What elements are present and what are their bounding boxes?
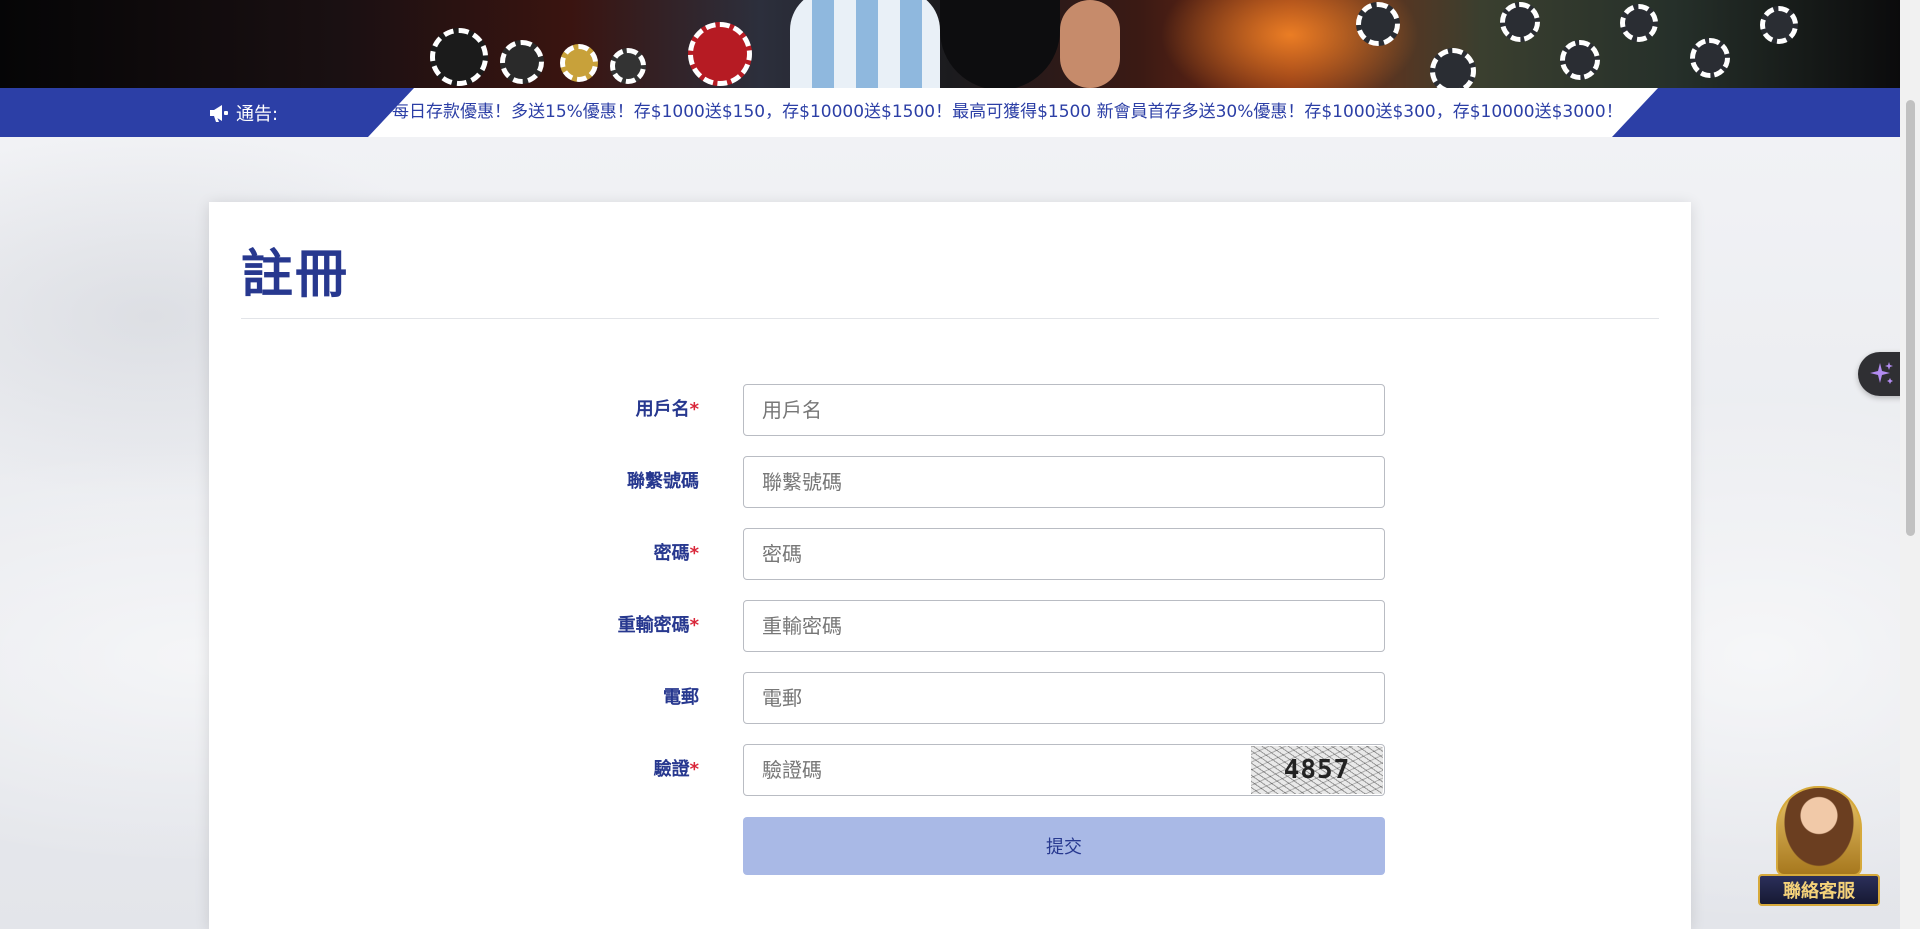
phone-input[interactable]: [743, 456, 1385, 508]
form-row-confirm-password: 重輸密碼*: [209, 600, 1691, 652]
casino-chip-icon: [610, 48, 646, 84]
announcement-text: 每日存款優惠！多送15%優惠！存$1000送$150，存$10000送$1500…: [392, 102, 1623, 122]
title-divider: [241, 318, 1659, 319]
required-marker: *: [689, 399, 699, 420]
announcement-label: 通告:: [208, 88, 278, 137]
hero-banner: [0, 0, 1900, 88]
casino-chip-icon: [430, 28, 488, 86]
casino-chip-icon: [1760, 6, 1798, 44]
announcement-marquee: 每日存款優惠！多送15%優惠！存$1000送$150，存$10000送$1500…: [368, 88, 1658, 137]
customer-service-widget[interactable]: 聯絡客服: [1758, 782, 1880, 908]
password-label: 密碼*: [654, 528, 699, 580]
customer-service-label: 聯絡客服: [1758, 874, 1880, 906]
form-row-email: 電郵: [209, 672, 1691, 724]
casino-chip-icon: [500, 40, 544, 84]
casino-chip-icon: [560, 44, 598, 82]
casino-chip-icon: [1356, 2, 1400, 46]
captcha-label: 驗證*: [654, 744, 699, 796]
ai-assistant-button[interactable]: [1858, 352, 1906, 396]
confirm-password-label: 重輸密碼*: [618, 600, 699, 652]
casino-chip-icon: [688, 22, 752, 86]
casino-chip-icon: [1620, 4, 1658, 42]
captcha-label-text: 驗證: [653, 759, 690, 780]
password-input[interactable]: [743, 528, 1385, 580]
email-label: 電郵: [663, 672, 699, 724]
banner-player: [790, 0, 940, 88]
username-input[interactable]: [743, 384, 1385, 436]
registration-card: 註冊 用戶名* 聯繫號碼 密碼* 重輸密碼* 電郵 驗證*: [209, 202, 1691, 929]
casino-chip-icon: [1500, 2, 1540, 42]
form-row-username: 用戶名*: [209, 384, 1691, 436]
casino-chip-icon: [1430, 48, 1476, 88]
banner-model: [940, 0, 1060, 88]
announcement-label-text: 通告:: [236, 103, 279, 125]
banner-model-arm: [1060, 0, 1120, 88]
scrollbar-thumb[interactable]: [1906, 100, 1915, 536]
customer-service-avatar: [1776, 786, 1862, 876]
casino-chip-icon: [1690, 38, 1730, 78]
sparkle-icon: [1870, 362, 1893, 384]
casino-chip-icon: [1560, 40, 1600, 80]
email-input[interactable]: [743, 672, 1385, 724]
confirm-password-input[interactable]: [743, 600, 1385, 652]
password-label-text: 密碼: [653, 543, 690, 564]
form-row-captcha: 驗證* 4857: [209, 744, 1691, 796]
email-label-text: 電郵: [663, 687, 699, 708]
username-label-text: 用戶名: [635, 399, 690, 420]
required-marker: *: [689, 615, 699, 636]
form-row-password: 密碼*: [209, 528, 1691, 580]
required-marker: *: [689, 543, 699, 564]
announcement-bar: 通告: 每日存款優惠！多送15%優惠！存$1000送$150，存$10000送$…: [0, 88, 1900, 137]
phone-label-text: 聯繫號碼: [627, 471, 699, 492]
page-scrollbar[interactable]: [1900, 0, 1920, 929]
form-row-phone: 聯繫號碼: [209, 456, 1691, 508]
required-marker: *: [689, 759, 699, 780]
megaphone-icon: [210, 104, 228, 122]
phone-label: 聯繫號碼: [627, 456, 699, 508]
submit-button[interactable]: 提交: [743, 817, 1385, 875]
confirm-password-label-text: 重輸密碼: [617, 615, 690, 636]
username-label: 用戶名*: [636, 384, 699, 436]
page-title: 註冊: [241, 245, 350, 305]
captcha-image[interactable]: 4857: [1251, 746, 1383, 794]
